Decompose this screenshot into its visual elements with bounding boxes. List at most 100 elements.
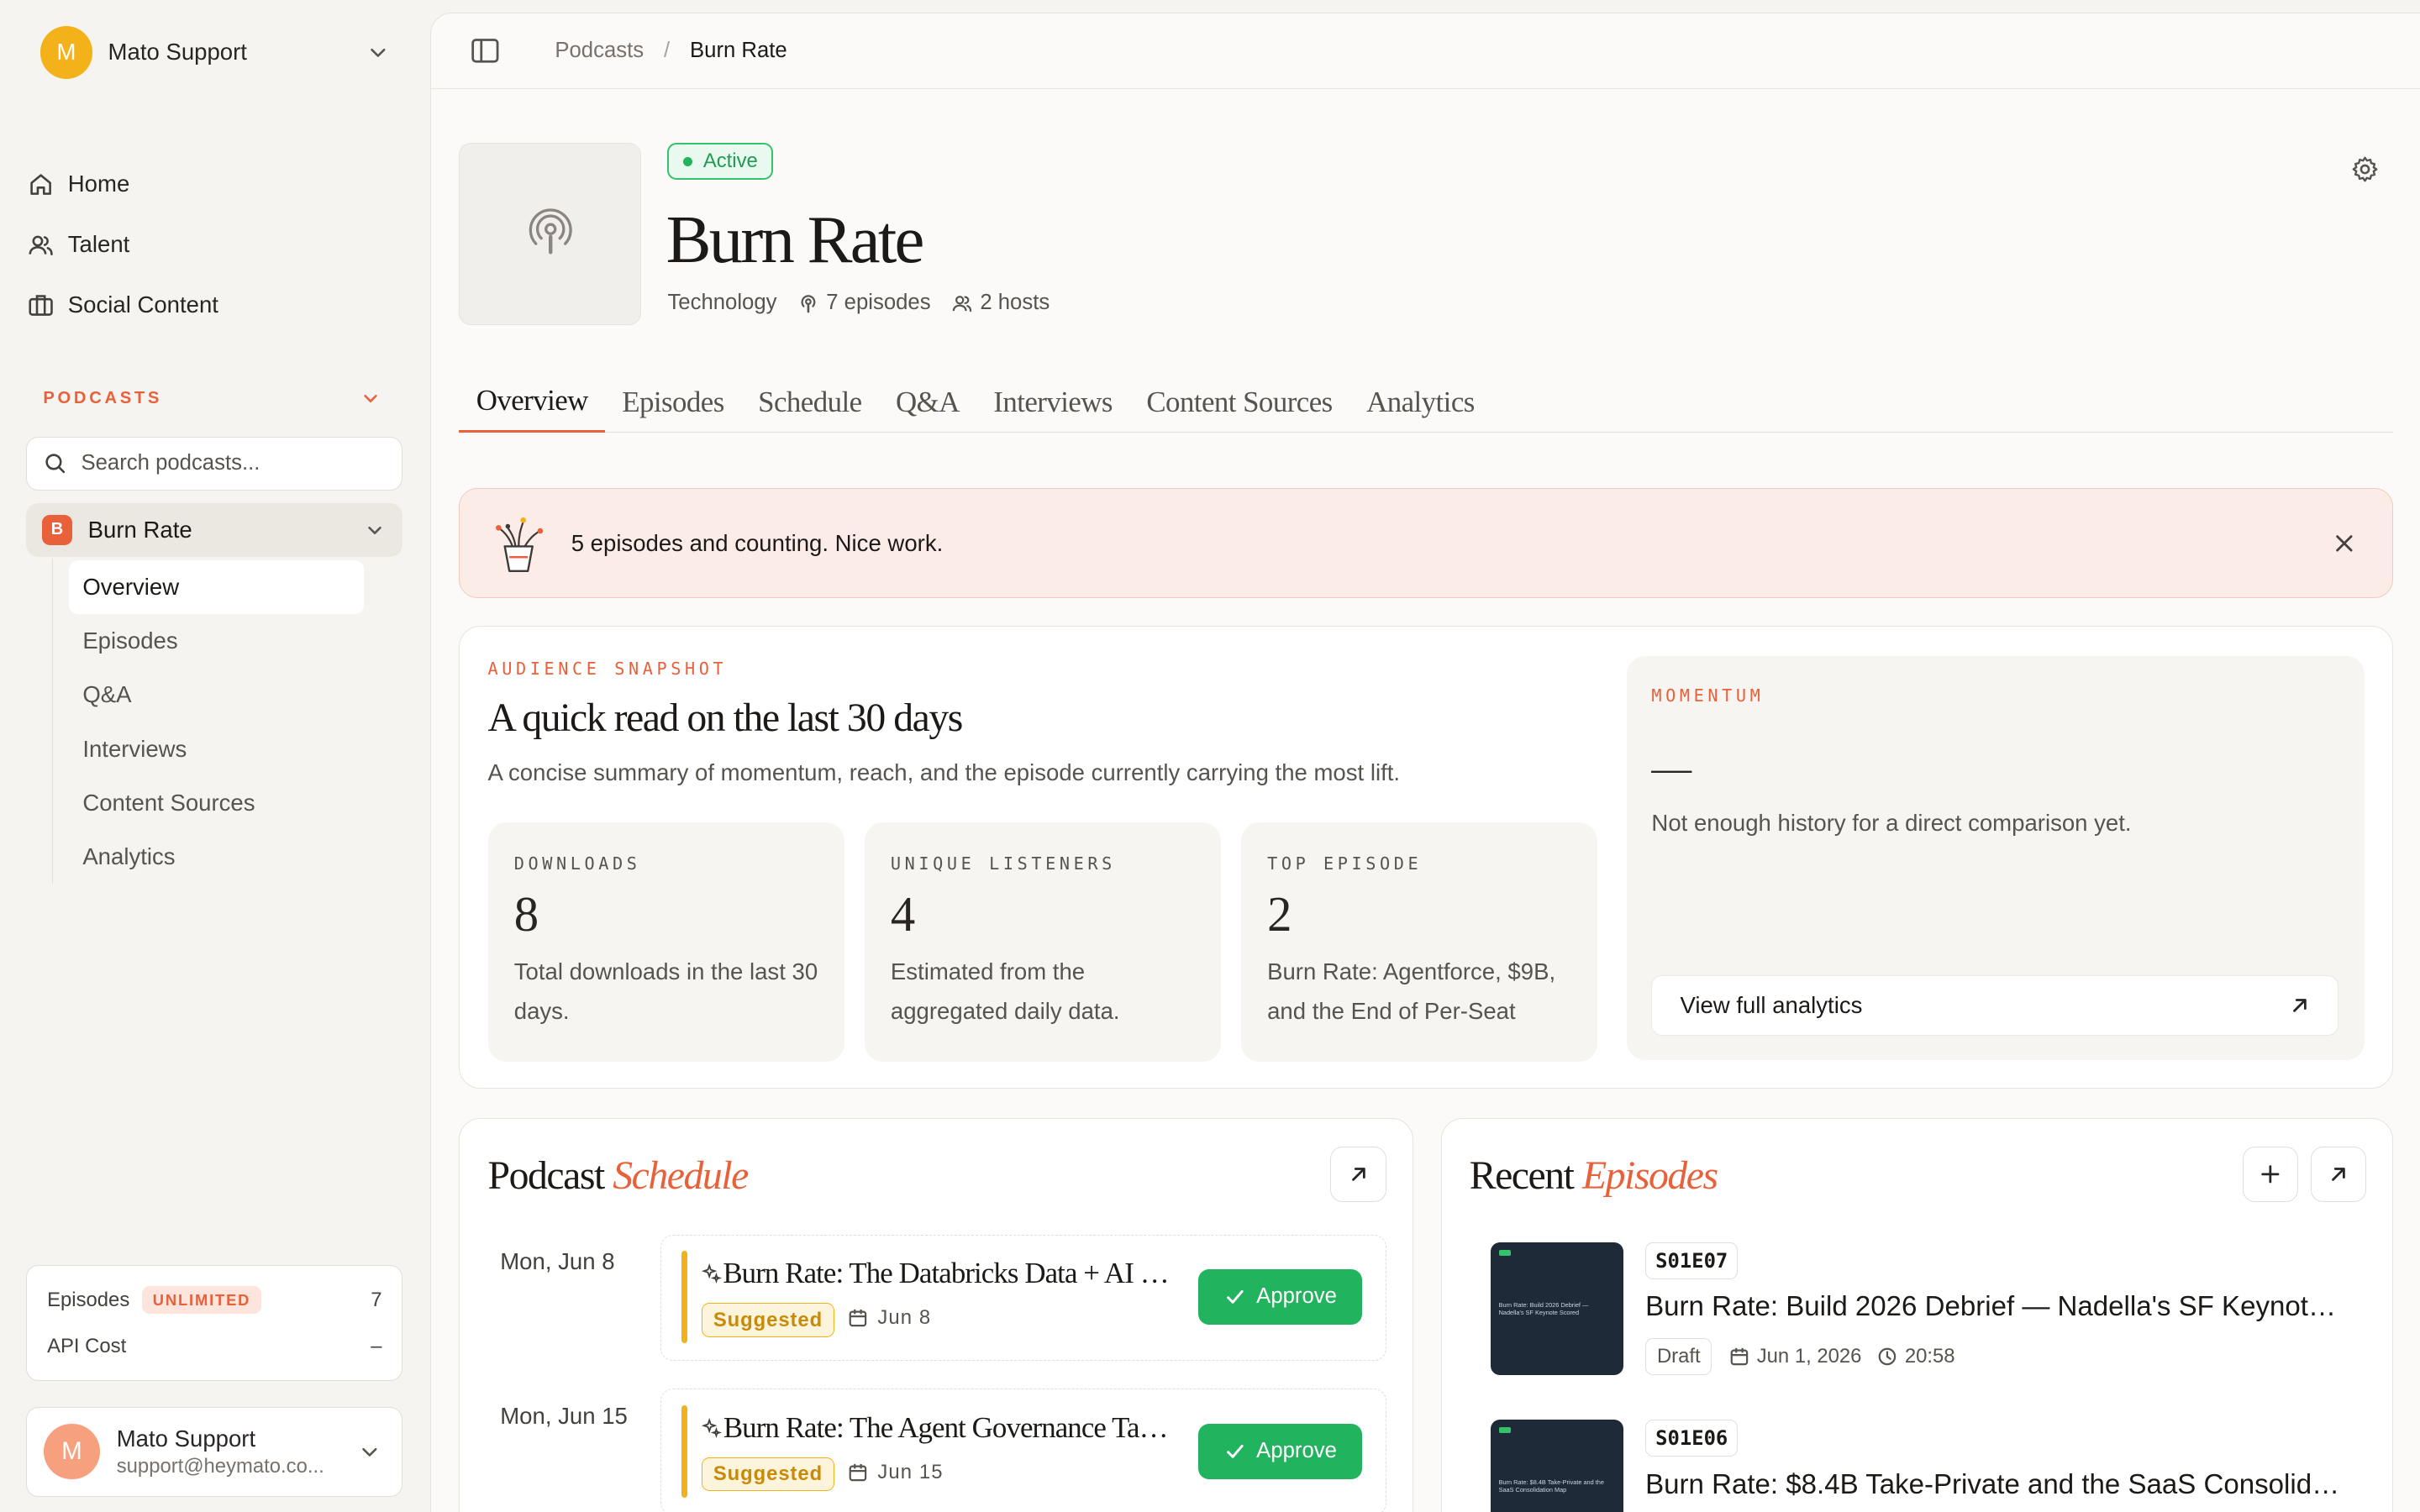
current-podcast[interactable]: B Burn Rate	[26, 502, 403, 558]
sidebar-toggle-icon[interactable]	[470, 35, 501, 66]
sidebar: M Mato Support Home Talent Social Conten…	[0, 0, 430, 1512]
stat-top-episode: TOP EPISODE 2 Burn Rate: Agentforce, $9B…	[1240, 822, 1598, 1062]
nav-item-talent[interactable]: Talent	[26, 214, 402, 275]
usage-api-cost: API Cost –	[47, 1323, 381, 1369]
open-schedule-button[interactable]	[1330, 1146, 1386, 1202]
home-icon	[28, 171, 68, 197]
schedule-card: Podcast Schedule Mon, Jun 8 Burn Rate: T…	[459, 1117, 1413, 1512]
usage-value: –	[371, 1334, 382, 1357]
sparkles-icon	[702, 1417, 723, 1438]
usage-label: API Cost	[47, 1334, 127, 1357]
usage-panel: Episodes UNLIMITED 7 API Cost –	[26, 1265, 403, 1381]
status-badge: Active	[667, 142, 774, 181]
usage-label: Episodes	[47, 1288, 130, 1311]
sparkles-icon	[702, 1263, 723, 1284]
host-count: 2 hosts	[980, 291, 1050, 315]
user-name: Mato Support	[116, 1425, 256, 1452]
main-nav: Home Talent Social Content	[26, 155, 402, 335]
nav-label: Home	[67, 171, 130, 197]
schedule-date: Mon, Jun 8	[500, 1248, 615, 1275]
stat-description: Burn Rate: Agentforce, $9B, and the End …	[1267, 958, 1556, 1025]
schedule-item[interactable]: Burn Rate: The Agent Governance Tax — Wh…	[660, 1389, 1386, 1512]
button-label: Approve	[1256, 1439, 1337, 1463]
podcast-search-input[interactable]: Search podcasts...	[26, 436, 403, 491]
momentum-panel: MOMENTUM — Not enough history for a dire…	[1627, 655, 2365, 1060]
podcasts-section-toggle[interactable]: PODCASTS	[43, 389, 379, 408]
nav-item-home[interactable]: Home	[26, 155, 402, 215]
button-label: View full analytics	[1680, 991, 1863, 1018]
tab-schedule[interactable]: Schedule	[741, 371, 879, 433]
plan-badge: UNLIMITED	[141, 1286, 262, 1314]
clock-icon	[1877, 1347, 1905, 1367]
episode-title: Burn Rate: $8.4B Take-Private and the Sa…	[1645, 1468, 2349, 1500]
breadcrumb: Podcasts / Burn Rate	[555, 39, 786, 63]
tab-qa[interactable]: Q&A	[879, 371, 976, 433]
tab-episodes[interactable]: Episodes	[605, 371, 741, 433]
plus-icon	[2260, 1163, 2281, 1185]
schedule-when: Jun 8	[877, 1306, 932, 1330]
check-icon	[1224, 1286, 1257, 1308]
user-email: support@heymato.co...	[116, 1455, 324, 1478]
podcast-tabs: Overview Episodes Schedule Q&A Interview…	[459, 371, 2393, 433]
close-icon[interactable]	[2333, 533, 2355, 554]
approve-button[interactable]: Approve	[1198, 1423, 1363, 1479]
subnav-episodes[interactable]: Episodes	[69, 614, 365, 668]
page-title: Burn Rate	[666, 202, 925, 277]
title-part: Podcast	[487, 1153, 606, 1199]
subnav-overview[interactable]: Overview	[68, 559, 365, 614]
title-part: Recent	[1469, 1153, 1575, 1199]
chevron-down-icon	[361, 389, 380, 407]
subnav-qa[interactable]: Q&A	[69, 668, 365, 722]
episode-thumbnail: Burn Rate: Build 2026 Debrief — Nadella'…	[1491, 1242, 1624, 1375]
stat-description: Estimated from the aggregated daily data…	[890, 958, 1120, 1025]
title-accent: Schedule	[613, 1153, 749, 1199]
arrow-up-right-icon	[2290, 995, 2310, 1016]
episode-code: S01E06	[1645, 1419, 1739, 1457]
breadcrumb-podcasts[interactable]: Podcasts	[555, 39, 644, 63]
episode-row[interactable]: Burn Rate: $8.4B Take-Private and the Sa…	[1491, 1419, 2355, 1512]
subnav-content-sources[interactable]: Content Sources	[69, 776, 365, 830]
section-eyebrow: AUDIENCE SNAPSHOT	[487, 659, 728, 680]
breadcrumb-separator: /	[663, 38, 671, 62]
check-icon	[1224, 1441, 1257, 1462]
usage-value: 7	[371, 1288, 382, 1311]
episode-row[interactable]: Burn Rate: Build 2026 Debrief — Nadella'…	[1491, 1242, 2355, 1381]
tab-content-sources[interactable]: Content Sources	[1129, 371, 1349, 433]
chevron-down-icon	[367, 42, 389, 64]
schedule-item-title: Burn Rate: The Databricks Data + AI Summ…	[723, 1257, 1180, 1290]
podcast-small-icon	[798, 293, 826, 313]
calendar-icon	[848, 1308, 877, 1328]
arrow-up-right-icon	[1349, 1164, 1369, 1184]
stat-label: UNIQUE LISTENERS	[890, 853, 1116, 874]
open-episodes-button[interactable]	[2310, 1146, 2366, 1202]
episode-count: 7 episodes	[826, 291, 931, 315]
chevron-down-icon	[366, 521, 384, 539]
tab-interviews[interactable]: Interviews	[976, 371, 1129, 433]
view-analytics-button[interactable]: View full analytics	[1651, 974, 2338, 1036]
subnav-interviews[interactable]: Interviews	[69, 722, 365, 776]
nav-item-social-content[interactable]: Social Content	[26, 275, 402, 335]
schedule-item[interactable]: Burn Rate: The Databricks Data + AI Summ…	[660, 1234, 1386, 1362]
user-menu[interactable]: M Mato Support support@heymato.co...	[26, 1407, 403, 1497]
approve-button[interactable]: Approve	[1198, 1268, 1363, 1326]
workspace-switcher[interactable]: M Mato Support	[39, 26, 389, 79]
suggested-badge: Suggested	[702, 1457, 834, 1492]
thumbnail-text: Burn Rate: Build 2026 Debrief — Nadella'…	[1498, 1300, 1589, 1316]
recent-episodes-card: Recent Episodes Burn Rate: Build 2026 De…	[1440, 1117, 2393, 1512]
tab-overview[interactable]: Overview	[459, 371, 605, 433]
tab-analytics[interactable]: Analytics	[1349, 371, 1491, 433]
audience-snapshot: AUDIENCE SNAPSHOT A quick read on the la…	[459, 625, 2393, 1089]
subnav-analytics[interactable]: Analytics	[69, 830, 365, 884]
stat-unique-listeners: UNIQUE LISTENERS 4 Estimated from the ag…	[864, 822, 1221, 1062]
podcast-artwork	[459, 142, 642, 325]
add-episode-button[interactable]	[2242, 1146, 2299, 1202]
briefcase-icon	[28, 291, 68, 318]
section-description: A concise summary of momentum, reach, an…	[487, 759, 1401, 785]
suggested-badge: Suggested	[702, 1303, 834, 1337]
gear-icon[interactable]	[2351, 155, 2379, 183]
nav-label: Talent	[67, 231, 130, 258]
search-icon	[44, 452, 81, 475]
topbar: Podcasts / Burn Rate	[431, 13, 2420, 89]
users-icon	[952, 293, 980, 313]
podcast-category: Technology	[667, 291, 777, 315]
